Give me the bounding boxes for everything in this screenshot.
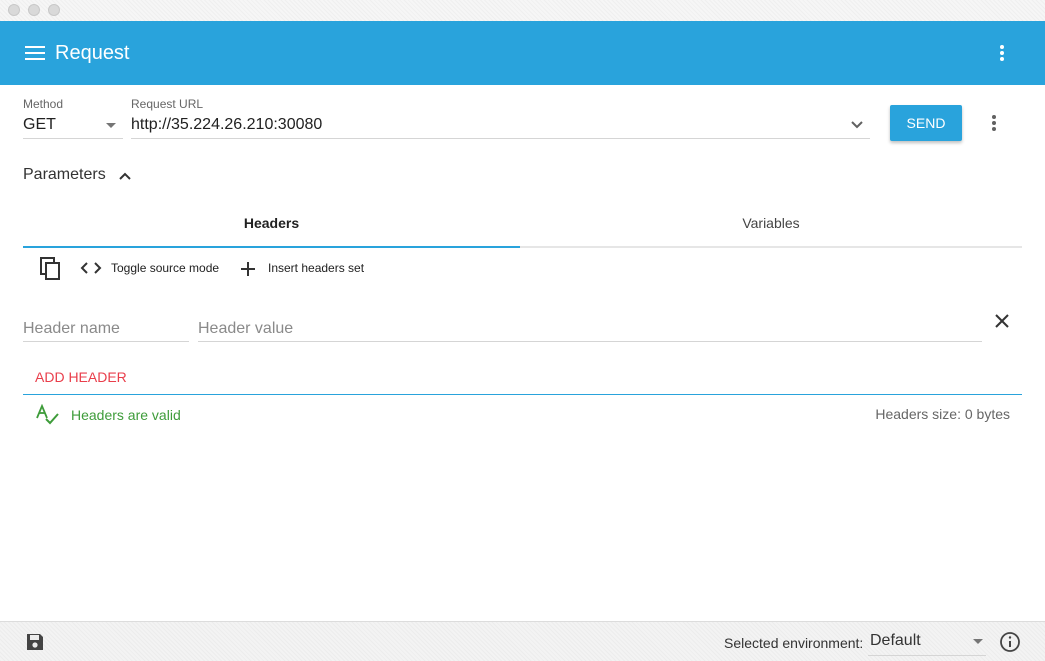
method-dropdown-icon[interactable] [106, 123, 116, 128]
code-icon[interactable] [80, 260, 102, 276]
request-more-vert-icon[interactable] [982, 111, 1006, 135]
headers-divider [23, 394, 1022, 395]
save-icon[interactable] [25, 632, 45, 652]
header-name-input[interactable]: Header name [23, 320, 120, 338]
window-close-button[interactable] [8, 4, 20, 16]
tab-active-indicator [23, 246, 520, 248]
headers-size: Headers size: 0 bytes [875, 406, 1010, 422]
header-value-input[interactable]: Header value [198, 320, 293, 338]
url-underline [131, 138, 870, 139]
method-select[interactable]: GET [23, 116, 56, 134]
send-button[interactable]: SEND [890, 105, 962, 141]
environment-dropdown-icon[interactable] [973, 639, 983, 644]
environment-label: Selected environment: [724, 635, 864, 651]
copy-icon[interactable] [40, 257, 62, 281]
close-icon[interactable] [991, 310, 1013, 332]
tab-headers[interactable]: Headers [23, 200, 520, 246]
tab-divider [520, 246, 1022, 248]
window-zoom-button[interactable] [48, 4, 60, 16]
plus-icon[interactable] [239, 260, 257, 278]
headers-valid-status: Headers are valid [71, 407, 181, 423]
page-title: Request [55, 42, 130, 64]
app-bar: Request [0, 21, 1045, 85]
window-minimize-button[interactable] [28, 4, 40, 16]
url-input[interactable]: http://35.224.26.210:30080 [131, 116, 322, 134]
environment-underline [868, 655, 986, 656]
environment-select[interactable]: Default [870, 632, 921, 650]
menu-icon[interactable] [25, 45, 45, 61]
insert-headers-set-button[interactable]: Insert headers set [268, 261, 364, 275]
chevron-up-icon[interactable] [118, 169, 132, 183]
more-vert-icon[interactable] [990, 41, 1014, 65]
add-header-button[interactable]: ADD HEADER [35, 369, 127, 385]
window-titlebar [0, 0, 1045, 21]
method-label: Method [23, 97, 64, 111]
header-value-underline [198, 341, 982, 342]
method-underline [23, 138, 123, 139]
info-icon[interactable] [999, 631, 1021, 653]
url-label: Request URL [131, 97, 204, 111]
toggle-source-mode-button[interactable]: Toggle source mode [111, 261, 219, 275]
chevron-down-icon[interactable] [849, 117, 865, 133]
parameters-toggle[interactable]: Parameters [23, 166, 106, 184]
spellcheck-icon [36, 404, 59, 425]
header-name-underline [23, 341, 189, 342]
tab-variables[interactable]: Variables [520, 200, 1022, 246]
